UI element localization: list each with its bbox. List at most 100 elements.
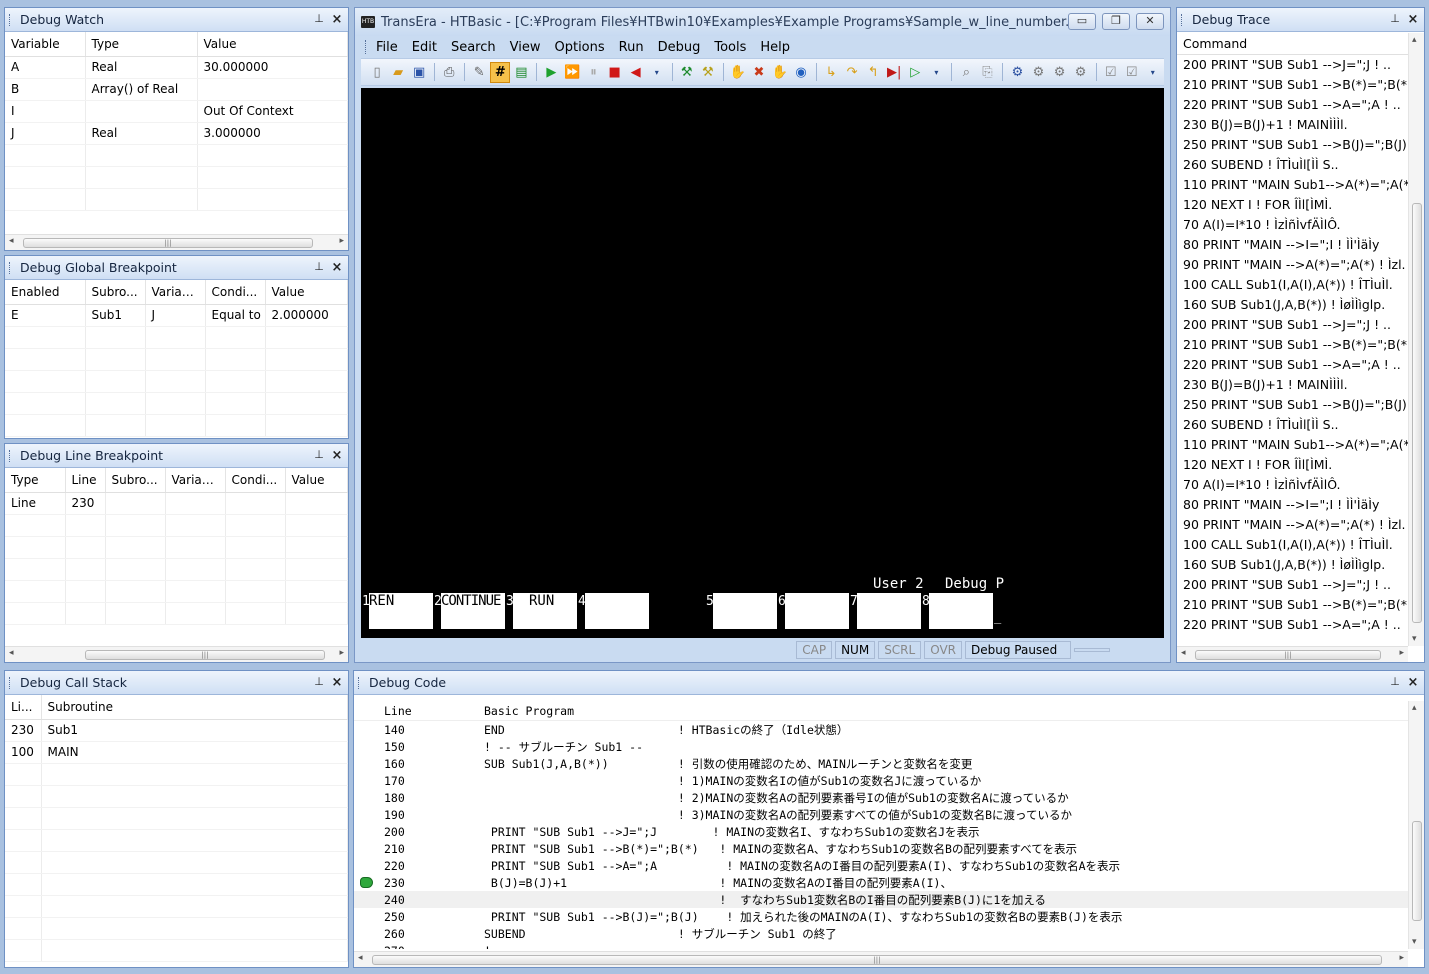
grip-icon[interactable]: [9, 13, 12, 26]
trace-row[interactable]: 250 PRINT "SUB Sub1 -->B(J)=";B(J) ..: [1177, 135, 1408, 155]
tool-gray3-icon[interactable]: ⚙: [1071, 62, 1091, 83]
code-line[interactable]: 220 PRINT "SUB Sub1 -->A=";A ! MAINの変数名A…: [354, 857, 1408, 874]
code-line[interactable]: 250 PRINT "SUB Sub1 -->B(J)=";B(J) ! 加えら…: [354, 908, 1408, 925]
code-line[interactable]: 170 ! 1)MAINの変数名Iの値がSub1の変数名Jに渡っているか: [354, 772, 1408, 789]
debug-watch-titlebar[interactable]: Debug Watch ⊥ ×: [5, 8, 348, 32]
line-number-icon[interactable]: #: [490, 61, 511, 83]
code-line[interactable]: 240 ! すなわちSub1変数名BのI番目の配列要素B(J)に1を加える: [354, 891, 1408, 908]
trace-row[interactable]: 110 PRINT "MAIN Sub1-->A(*)=";A(*) ..: [1177, 435, 1408, 455]
horizontal-scrollbar[interactable]: ◂ ||| ▸: [1177, 646, 1408, 662]
trace-row[interactable]: 100 CALL Sub1(I,A(I),A(*)) ! ÎTÌuÌl.: [1177, 275, 1408, 295]
tool-gray-icon[interactable]: ⚙: [1028, 62, 1048, 83]
pause-icon[interactable]: ⏸: [584, 62, 604, 83]
column-header[interactable]: Command: [1177, 33, 1408, 55]
trace-row[interactable]: 90 PRINT "MAIN -->A(*)=";A(*) ! Ìzl.: [1177, 515, 1408, 535]
column-header[interactable]: Line: [384, 704, 412, 718]
scroll-left-icon[interactable]: ◂: [1181, 648, 1186, 658]
column-header[interactable]: Condi...: [205, 280, 266, 305]
menu-tools[interactable]: Tools: [714, 40, 746, 55]
close-icon[interactable]: ×: [330, 675, 344, 690]
column-header[interactable]: Value: [285, 468, 348, 493]
code-line[interactable]: 180 ! 2)MAINの変数名Aの配列要素番号Iの値がSub1の変数名Aに渡っ…: [354, 789, 1408, 806]
softkey-8[interactable]: [929, 593, 993, 629]
trace-row[interactable]: 160 SUB Sub1(J,A,B(*)) ! ÌøÌÌìglp.: [1177, 295, 1408, 315]
trace-row[interactable]: 200 PRINT "SUB Sub1 -->J=";J ! ..: [1177, 575, 1408, 595]
trace-row[interactable]: 110 PRINT "MAIN Sub1-->A(*)=";A(*) ..: [1177, 175, 1408, 195]
softkey-4[interactable]: [585, 593, 649, 629]
scroll-thumb[interactable]: |||: [85, 650, 325, 660]
code-line[interactable]: 230 B(J)=B(J)+1 ! MAINの変数名AのI番目の配列要素A(I)…: [354, 874, 1408, 891]
code-line[interactable]: 190 ! 3)MAINの変数名Aの配列要素すべての値がSub1の変数名Bに渡っ…: [354, 806, 1408, 823]
horizontal-scrollbar[interactable]: ◂ ||| ▸: [5, 234, 348, 250]
trace-row[interactable]: 210 PRINT "SUB Sub1 -->B(*)=";B(*) ..: [1177, 75, 1408, 95]
open-folder-icon[interactable]: ▰: [388, 62, 408, 83]
close-icon[interactable]: ×: [330, 448, 344, 463]
column-header[interactable]: Type: [5, 468, 66, 493]
trace-row[interactable]: 200 PRINT "SUB Sub1 -->J=";J ! ..: [1177, 55, 1408, 75]
trace-row[interactable]: 220 PRINT "SUB Sub1 -->A=";A ! ..: [1177, 355, 1408, 375]
menu-edit[interactable]: Edit: [412, 40, 437, 55]
debug-tool2-icon[interactable]: ⚒: [698, 62, 718, 83]
close-button[interactable]: ✕: [1136, 13, 1164, 30]
column-header[interactable]: Basic Program: [484, 704, 574, 718]
code-view[interactable]: Line Basic Program 140 END ! HTBasicの終了（I…: [354, 701, 1408, 949]
hand-icon[interactable]: ✋: [728, 62, 748, 83]
scroll-left-icon[interactable]: ◂: [9, 236, 14, 246]
step-over-icon[interactable]: ↷: [842, 62, 862, 83]
scroll-thumb[interactable]: [1412, 203, 1422, 623]
run-to-cursor-icon[interactable]: ▶|: [884, 62, 904, 83]
check-icon[interactable]: ☑: [1101, 62, 1121, 83]
pin-icon[interactable]: ⊥: [312, 12, 326, 25]
output-screen[interactable]: User 2 Debug P 1 REN 2 CONTINUE 3 RUN 4 …: [361, 88, 1164, 638]
pin-icon[interactable]: ⊥: [312, 675, 326, 688]
trace-row[interactable]: 260 SUBEND ! ÎTÌuÌl[ÌÌ S..: [1177, 155, 1408, 175]
debug-tool-icon[interactable]: ⚒: [677, 62, 697, 83]
grip-icon[interactable]: [9, 261, 12, 274]
stop-icon[interactable]: ■: [605, 62, 625, 83]
scroll-thumb[interactable]: |||: [1195, 650, 1381, 660]
column-header[interactable]: Line: [65, 468, 106, 493]
trace-row[interactable]: 220 PRINT "SUB Sub1 -->A=";A ! ..: [1177, 615, 1408, 635]
column-header[interactable]: Type: [85, 32, 198, 57]
menu-debug[interactable]: Debug: [658, 40, 701, 55]
tool-blue-icon[interactable]: ⚙: [1007, 62, 1027, 83]
line-breakpoint-titlebar[interactable]: Debug Line Breakpoint ⊥ ×: [5, 444, 348, 468]
debug-code-titlebar[interactable]: Debug Code ⊥ ×: [354, 671, 1424, 695]
trace-row[interactable]: 120 NEXT I ! FOR ÎÌl[ÌMÌ.: [1177, 455, 1408, 475]
debug-trace-titlebar[interactable]: Debug Trace ⊥ ×: [1177, 8, 1424, 32]
column-header[interactable]: Variable: [5, 32, 86, 57]
trace-row[interactable]: 230 B(J)=B(J)+1 ! MAINÌÌÌl.: [1177, 115, 1408, 135]
pin-icon[interactable]: ⊥: [1388, 12, 1402, 25]
trace-row[interactable]: 120 NEXT I ! FOR ÎÌl[ÌMÌ.: [1177, 195, 1408, 215]
restore-button[interactable]: ❐: [1102, 13, 1130, 30]
hand-gray-icon[interactable]: ✋: [770, 62, 790, 83]
tool-gray2-icon[interactable]: ⚙: [1050, 62, 1070, 83]
menu-help[interactable]: Help: [760, 40, 790, 55]
table-row[interactable]: J Real 3.000000: [5, 122, 348, 145]
trace-row[interactable]: 210 PRINT "SUB Sub1 -->B(*)=";B(*) ..: [1177, 595, 1408, 615]
toolbar-overflow-icon[interactable]: ▾: [926, 62, 946, 83]
table-row[interactable]: I Out Of Context: [5, 100, 348, 123]
scroll-right-icon[interactable]: ▸: [1399, 953, 1404, 963]
code-line[interactable]: 150 ! -- サブルーチン Sub1 --: [354, 738, 1408, 755]
step-out-icon[interactable]: ↰: [863, 62, 883, 83]
pin-icon[interactable]: ⊥: [1388, 675, 1402, 688]
trace-row[interactable]: 70 A(I)=I*10 ! ÌzÌñÌvfÄÌlÔ.: [1177, 215, 1408, 235]
scroll-thumb[interactable]: [1412, 821, 1422, 921]
column-header[interactable]: Li...: [5, 695, 42, 720]
code-line[interactable]: 210 PRINT "SUB Sub1 -->B(*)=";B(*) ! MAI…: [354, 840, 1408, 857]
edit-icon[interactable]: ✎: [469, 62, 489, 83]
table-row[interactable]: A Real 30.000000: [5, 56, 348, 79]
grip-icon[interactable]: [365, 40, 368, 54]
global-breakpoint-titlebar[interactable]: Debug Global Breakpoint ⊥ ×: [5, 256, 348, 280]
trace-row[interactable]: 160 SUB Sub1(J,A,B(*)) ! ÌøÌÌìglp.: [1177, 555, 1408, 575]
step-into-icon[interactable]: ↳: [821, 62, 841, 83]
scroll-up-icon[interactable]: ▴: [1412, 703, 1417, 713]
binoculars-icon[interactable]: ⌕: [956, 62, 976, 83]
softkey-6[interactable]: [785, 593, 849, 629]
trace-row[interactable]: 80 PRINT "MAIN -->I=";I ! ÌÌ'ÌäÌy: [1177, 495, 1408, 515]
scroll-down-icon[interactable]: ▾: [1412, 937, 1417, 947]
code-line[interactable]: 270!: [354, 942, 1408, 950]
trace-row[interactable]: 250 PRINT "SUB Sub1 -->B(J)=";B(J) ..: [1177, 395, 1408, 415]
trace-row[interactable]: 80 PRINT "MAIN -->I=";I ! ÌÌ'ÌäÌy: [1177, 235, 1408, 255]
